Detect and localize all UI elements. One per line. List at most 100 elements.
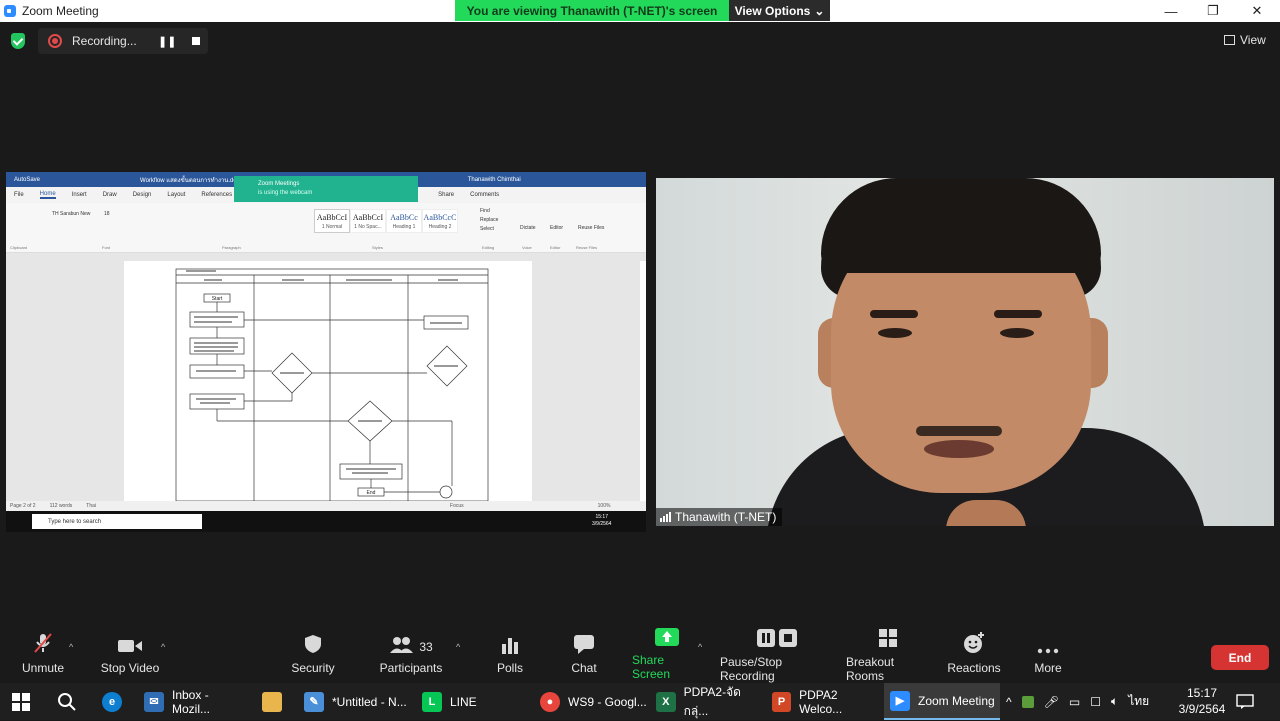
input-language[interactable]: ไทย: [1128, 692, 1149, 711]
menu-home[interactable]: Home: [39, 191, 56, 199]
replace-button[interactable]: Replace: [480, 216, 498, 225]
comments-button[interactable]: Comments: [470, 192, 499, 198]
start-button[interactable]: [12, 683, 30, 720]
person-brow-left: [870, 310, 918, 318]
taskbar-app-powerpoint[interactable]: P PDPA2 Welco...: [768, 683, 880, 720]
battery-icon[interactable]: ▭: [1069, 695, 1080, 709]
video-camera-icon: [118, 628, 142, 654]
style-heading-1[interactable]: AaBbCc Heading 1: [386, 209, 422, 233]
pause-stop-recording-button[interactable]: Pause/Stop Recording: [720, 628, 834, 683]
participants-caret-icon[interactable]: ^: [456, 642, 460, 652]
font-size[interactable]: 18: [104, 211, 110, 217]
taskbar-app-excel[interactable]: X PDPA2-จัดกลุ่...: [652, 683, 764, 720]
taskbar-app-chrome[interactable]: ● WS9 - Googl...: [536, 683, 648, 720]
share-doc-button[interactable]: Share: [438, 192, 454, 198]
menu-layout[interactable]: Layout: [167, 192, 185, 198]
participants-button[interactable]: 33 Participants: [380, 628, 442, 680]
style-heading-2[interactable]: AaBbCcC Heading 2: [422, 209, 458, 233]
participants-label: Participants: [379, 661, 443, 675]
security-shield-icon: [304, 628, 322, 654]
taskbar-app-thunderbird[interactable]: ✉ Inbox - Mozil...: [138, 683, 250, 720]
participants-count: 33: [419, 640, 433, 654]
user-name: Thanawith Chimthai: [467, 176, 521, 183]
style-no-spacing[interactable]: AaBbCcI 1 No Spac...: [350, 209, 386, 233]
share-options-caret-icon[interactable]: ^: [698, 642, 702, 652]
taskbar-app-zoom[interactable]: ▶ Zoom Meeting: [884, 683, 1000, 720]
taskbar-app-line[interactable]: L LINE: [418, 683, 530, 720]
stop-video-label: Stop Video: [100, 661, 160, 675]
minimize-button[interactable]: —: [1148, 0, 1194, 22]
notifications-icon[interactable]: [1236, 683, 1254, 720]
viewing-screen-banner: You are viewing Thanawith (T-NET)'s scre…: [455, 0, 729, 21]
taskbar-search-button[interactable]: [58, 683, 76, 720]
taskbar-clock[interactable]: 15:17 3/9/2564: [1172, 685, 1232, 717]
menu-file[interactable]: File: [14, 192, 24, 198]
view-options-button[interactable]: View Options ⌄: [729, 0, 830, 21]
volume-icon[interactable]: 🔈︎: [1111, 694, 1118, 709]
select-button[interactable]: Select: [480, 225, 498, 234]
line-icon: L: [422, 691, 442, 712]
menu-insert[interactable]: Insert: [72, 192, 87, 198]
video-options-caret-icon[interactable]: ^: [161, 642, 165, 652]
edge-icon: e: [102, 691, 122, 712]
chevron-down-icon: ⌄: [814, 3, 825, 18]
style-normal[interactable]: AaBbCcI 1 Normal: [314, 209, 350, 233]
font-name[interactable]: TH Sarabun New: [52, 211, 90, 217]
more-button[interactable]: More: [1030, 628, 1066, 680]
stop-video-button[interactable]: Stop Video: [100, 628, 160, 680]
stop-recording-icon[interactable]: [192, 37, 201, 45]
folder-icon: [262, 691, 282, 712]
focus-button[interactable]: Focus: [450, 503, 464, 509]
chat-bubble-icon: [573, 628, 595, 654]
taskbar-app-label: *Untitled - N...: [332, 694, 407, 709]
chat-button[interactable]: Chat: [566, 628, 602, 680]
ruler: [6, 253, 646, 261]
tray-chevron-up-icon[interactable]: ^: [1006, 695, 1012, 709]
restore-button[interactable]: ❐: [1190, 0, 1236, 22]
taskbar-edge[interactable]: e: [102, 683, 122, 720]
breakout-rooms-button[interactable]: Breakout Rooms: [846, 628, 930, 683]
polls-button[interactable]: Polls: [492, 628, 528, 680]
audio-options-caret-icon[interactable]: ^: [69, 642, 73, 652]
person-eye-right: [1000, 328, 1034, 338]
unmute-button[interactable]: Unmute: [18, 628, 68, 680]
view-label: View: [1240, 33, 1266, 47]
network-icon[interactable]: ☐: [1090, 695, 1101, 709]
participant-video[interactable]: [656, 178, 1274, 526]
recording-indicator: Recording... ❚❚: [38, 28, 208, 54]
tray-app-icon[interactable]: [1021, 695, 1034, 708]
microphone-tray-icon[interactable]: 🎤︎: [1044, 695, 1059, 709]
close-button[interactable]: ✕: [1234, 0, 1280, 22]
clock-time: 15:17: [1186, 686, 1218, 700]
security-button[interactable]: Security: [288, 628, 338, 680]
thunderbird-icon: ✉: [144, 691, 164, 712]
window-title: Zoom Meeting: [22, 4, 99, 18]
taskbar-file-explorer[interactable]: [262, 683, 282, 720]
editor-button[interactable]: Editor: [550, 225, 563, 231]
dictate-button[interactable]: Dictate: [520, 225, 536, 231]
shield-icon[interactable]: [11, 33, 25, 49]
powerpoint-icon: P: [772, 691, 792, 712]
polls-label: Polls: [496, 661, 523, 675]
reactions-button[interactable]: Reactions: [946, 628, 1002, 680]
clock-date: 3/9/2564: [1178, 702, 1226, 716]
pause-recording-icon[interactable]: ❚❚: [158, 35, 176, 48]
view-button[interactable]: View: [1224, 33, 1266, 47]
remote-search-box[interactable]: Type here to search: [32, 514, 202, 529]
menu-draw[interactable]: Draw: [103, 192, 117, 198]
share-screen-button[interactable]: Share Screen: [632, 628, 702, 681]
document-page: Start End: [124, 261, 532, 502]
menu-design[interactable]: Design: [133, 192, 152, 198]
taskbar-app-notepad[interactable]: ✎ *Untitled - N...: [300, 683, 412, 720]
pause-stop-recording-label: Pause/Stop Recording: [720, 655, 783, 683]
zoom-level: 100%: [597, 503, 611, 509]
reuse-files-button[interactable]: Reuse Files: [578, 225, 604, 231]
webcam-toast[interactable]: Zoom Meetings is using the webcam: [234, 176, 418, 202]
taskbar-app-label: PDPA2 Welco...: [799, 687, 843, 716]
find-button[interactable]: Find: [480, 207, 498, 216]
participants-icon: 33: [389, 628, 433, 654]
end-meeting-button[interactable]: End: [1211, 645, 1269, 670]
menu-references[interactable]: References: [201, 192, 232, 198]
search-icon: [58, 692, 76, 711]
editing-group: Find Replace Select: [480, 207, 498, 234]
